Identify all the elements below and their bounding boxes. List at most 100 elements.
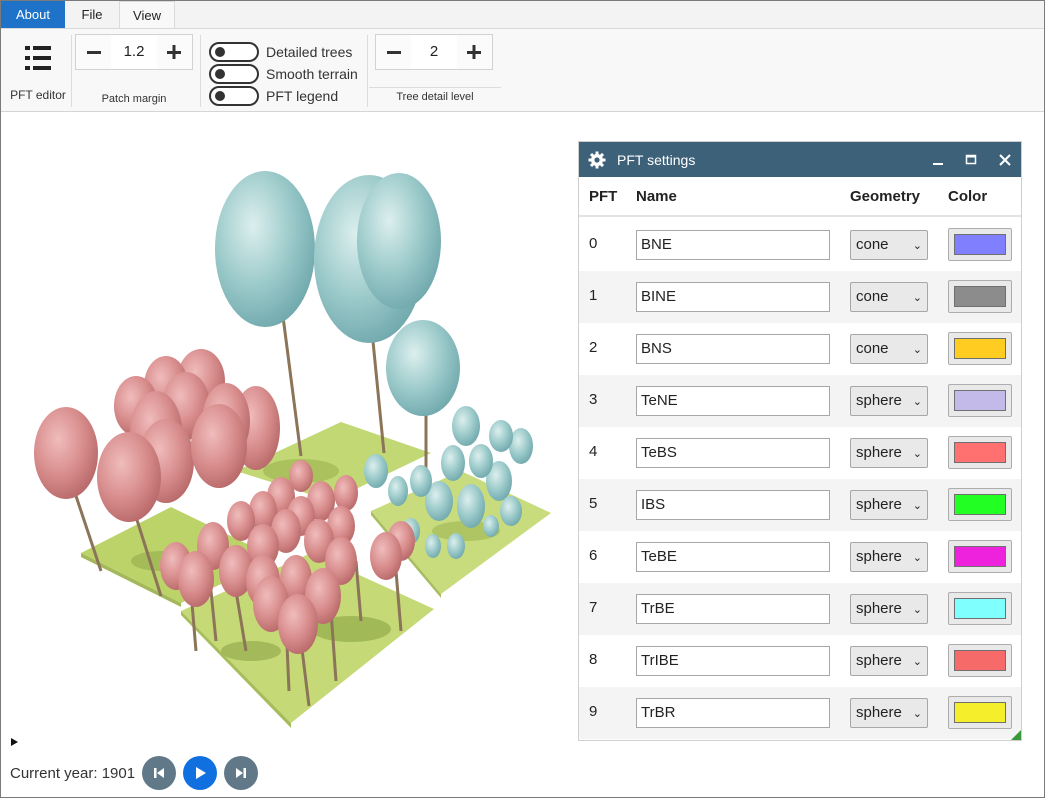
pft-color-swatch [954, 650, 1006, 671]
pft-color-button[interactable] [948, 280, 1012, 313]
pft-color-swatch [954, 338, 1006, 359]
pft-color-swatch [954, 702, 1006, 723]
plus-icon [167, 45, 182, 59]
pft-geometry-select[interactable]: sphere ⌄ [850, 542, 928, 572]
smooth-terrain-label: Smooth terrain [266, 66, 358, 82]
pft-name-input[interactable]: IBS [636, 490, 830, 520]
ribbon-separator [200, 35, 201, 107]
pft-geometry-value: sphere [856, 548, 902, 565]
tab-view[interactable]: View [119, 1, 175, 28]
pft-table-header: PFT Name Geometry Color [579, 177, 1021, 217]
play-button[interactable] [183, 756, 218, 790]
pft-geometry-select[interactable]: sphere ⌄ [850, 438, 928, 468]
pft-row: 8 TrIBE sphere ⌄ [579, 635, 1021, 687]
toggle-pft-legend[interactable]: PFT legend [209, 86, 338, 106]
pft-color-button[interactable] [948, 384, 1012, 417]
skip-back-button[interactable] [142, 756, 177, 790]
chevron-down-icon: ⌄ [912, 447, 922, 460]
ribbon-separator [367, 35, 368, 107]
tab-about[interactable]: About [1, 1, 65, 28]
pft-row: 0 BNE cone ⌄ [579, 219, 1021, 271]
patch-margin-increment-button[interactable] [157, 35, 192, 69]
minimize-button[interactable] [923, 142, 953, 177]
tree-detail-increment-button[interactable] [457, 35, 492, 69]
toggle-smooth-terrain[interactable]: Smooth terrain [209, 64, 358, 84]
pft-row: 2 BNS cone ⌄ [579, 323, 1021, 375]
pft-geometry-select[interactable]: sphere ⌄ [850, 594, 928, 624]
resize-grip-icon[interactable] [1011, 730, 1021, 740]
playback-bar: Current year: 1901 [10, 753, 259, 793]
pft-row-index: 5 [589, 495, 598, 512]
pft-name-input[interactable]: BNE [636, 230, 830, 260]
skip-forward-button[interactable] [224, 756, 259, 790]
ribbon-toolbar: PFT editor 1.2 Patch margin Detailed tre… [1, 28, 1044, 112]
pft-row-index: 7 [589, 599, 598, 616]
chevron-down-icon: ⌄ [912, 551, 922, 564]
pft-name-input[interactable]: TrBE [636, 594, 830, 624]
pft-geometry-value: sphere [856, 600, 902, 617]
tree-detail-decrement-button[interactable] [376, 35, 411, 69]
expand-arrow-icon[interactable] [10, 737, 20, 747]
pft-color-button[interactable] [948, 488, 1012, 521]
header-name: Name [636, 188, 677, 205]
pft-settings-title: PFT settings [617, 151, 696, 168]
close-button[interactable] [990, 142, 1020, 177]
menu-tabs: About File View [1, 1, 1044, 28]
pft-geometry-select[interactable]: cone ⌄ [850, 334, 928, 364]
pft-name-input[interactable]: TeBS [636, 438, 830, 468]
patch-margin-decrement-button[interactable] [76, 35, 111, 69]
maximize-button[interactable] [956, 142, 986, 177]
tree-detail-value[interactable]: 2 [411, 35, 457, 69]
pft-legend-switch[interactable] [209, 86, 259, 106]
chevron-down-icon: ⌄ [912, 655, 922, 668]
pft-row-index: 0 [589, 235, 598, 252]
pft-name-input[interactable]: BINE [636, 282, 830, 312]
pft-row: 9 TrBR sphere ⌄ [579, 687, 1021, 739]
pft-color-button[interactable] [948, 592, 1012, 625]
detailed-trees-switch[interactable] [209, 42, 259, 62]
pft-row: 5 IBS sphere ⌄ [579, 479, 1021, 531]
pft-row-index: 8 [589, 651, 598, 668]
header-pft: PFT [589, 188, 618, 205]
patch-margin-value[interactable]: 1.2 [111, 35, 157, 69]
pft-color-swatch [954, 598, 1006, 619]
app-window: About File View PFT editor 1.2 Patch mar… [0, 0, 1045, 798]
pft-name-input[interactable]: TrBR [636, 698, 830, 728]
chevron-down-icon: ⌄ [912, 239, 922, 252]
pft-editor-label: PFT editor [10, 88, 66, 102]
pft-geometry-select[interactable]: cone ⌄ [850, 282, 928, 312]
pft-geometry-select[interactable]: sphere ⌄ [850, 386, 928, 416]
chevron-down-icon: ⌄ [912, 499, 922, 512]
toggle-detailed-trees[interactable]: Detailed trees [209, 42, 352, 62]
pft-editor-button[interactable]: PFT editor [7, 33, 69, 103]
smooth-terrain-switch[interactable] [209, 64, 259, 84]
pft-name-input[interactable]: TrIBE [636, 646, 830, 676]
pft-geometry-select[interactable]: sphere ⌄ [850, 698, 928, 728]
pft-color-swatch [954, 494, 1006, 515]
pft-color-button[interactable] [948, 332, 1012, 365]
pft-name-input[interactable]: TeBE [636, 542, 830, 572]
chevron-down-icon: ⌄ [912, 291, 922, 304]
pft-geometry-select[interactable]: sphere ⌄ [850, 490, 928, 520]
header-geometry: Geometry [850, 188, 921, 205]
pft-row-index: 1 [589, 287, 598, 304]
pft-settings-titlebar[interactable]: PFT settings [579, 142, 1021, 177]
pft-geometry-select[interactable]: cone ⌄ [850, 230, 928, 260]
pft-row-index: 6 [589, 547, 598, 564]
pft-row: 1 BINE cone ⌄ [579, 271, 1021, 323]
pft-name-input[interactable]: BNS [636, 334, 830, 364]
pft-color-button[interactable] [948, 540, 1012, 573]
pft-color-button[interactable] [948, 228, 1012, 261]
pft-color-button[interactable] [948, 696, 1012, 729]
pft-geometry-select[interactable]: sphere ⌄ [850, 646, 928, 676]
pft-geometry-value: sphere [856, 496, 902, 513]
header-color: Color [948, 188, 988, 205]
pft-color-button[interactable] [948, 644, 1012, 677]
minus-icon [386, 51, 401, 54]
pft-color-button[interactable] [948, 436, 1012, 469]
patch-margin-stepper: 1.2 [75, 34, 193, 70]
play-icon [196, 767, 207, 779]
pft-geometry-value: sphere [856, 652, 902, 669]
tab-file[interactable]: File [65, 1, 119, 28]
pft-name-input[interactable]: TeNE [636, 386, 830, 416]
